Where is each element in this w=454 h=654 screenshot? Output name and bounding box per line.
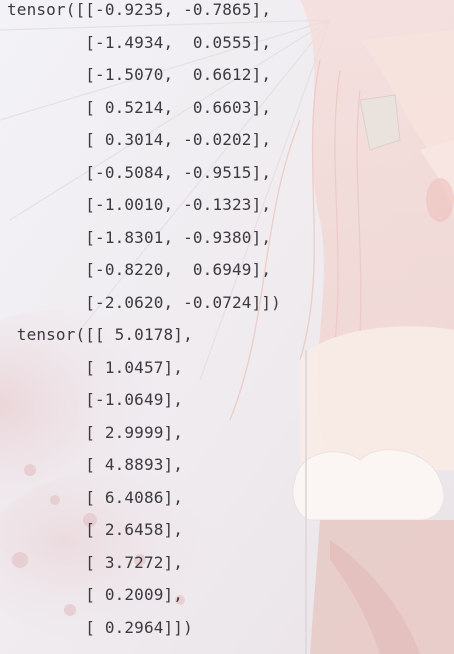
tensor-line: [-1.5070, 0.6612], bbox=[7, 65, 272, 84]
tensor-line: [ 0.5214, 0.6603], bbox=[7, 98, 272, 117]
tensor-line: [-0.8220, 0.6949], bbox=[7, 260, 272, 279]
tensor-line: [ 2.9999], bbox=[7, 423, 184, 442]
tensor-line: [-1.0649], bbox=[7, 390, 184, 409]
terminal-output: tensor([[-0.9235, -0.7865], [-1.4934, 0.… bbox=[0, 0, 454, 654]
tensor-line: [ 4.8893], bbox=[7, 455, 184, 474]
tensor-line: [-1.4934, 0.0555], bbox=[7, 33, 272, 52]
tensor-line: [ 6.4086], bbox=[7, 488, 184, 507]
tensor-line: [ 0.2009], bbox=[7, 585, 184, 604]
tensor-line: tensor([[-0.9235, -0.7865], bbox=[7, 0, 272, 19]
tensor-line: [-1.0010, -0.1323], bbox=[7, 195, 272, 214]
tensor-line: tensor([[ 5.0178], bbox=[7, 325, 193, 344]
tensor-line: [ 2.6458], bbox=[7, 520, 184, 539]
tensor-line: [ 3.7272], bbox=[7, 553, 184, 572]
tensor-line: [-0.5084, -0.9515], bbox=[7, 163, 272, 182]
tensor-line: [-1.8301, -0.9380], bbox=[7, 228, 272, 247]
tensor-line: [-2.0620, -0.0724]]) bbox=[7, 293, 281, 312]
tensor-line: [ 0.2964]]) bbox=[7, 618, 193, 637]
tensor-line: [ 1.0457], bbox=[7, 358, 184, 377]
tensor-line: [ 0.3014, -0.0202], bbox=[7, 130, 272, 149]
